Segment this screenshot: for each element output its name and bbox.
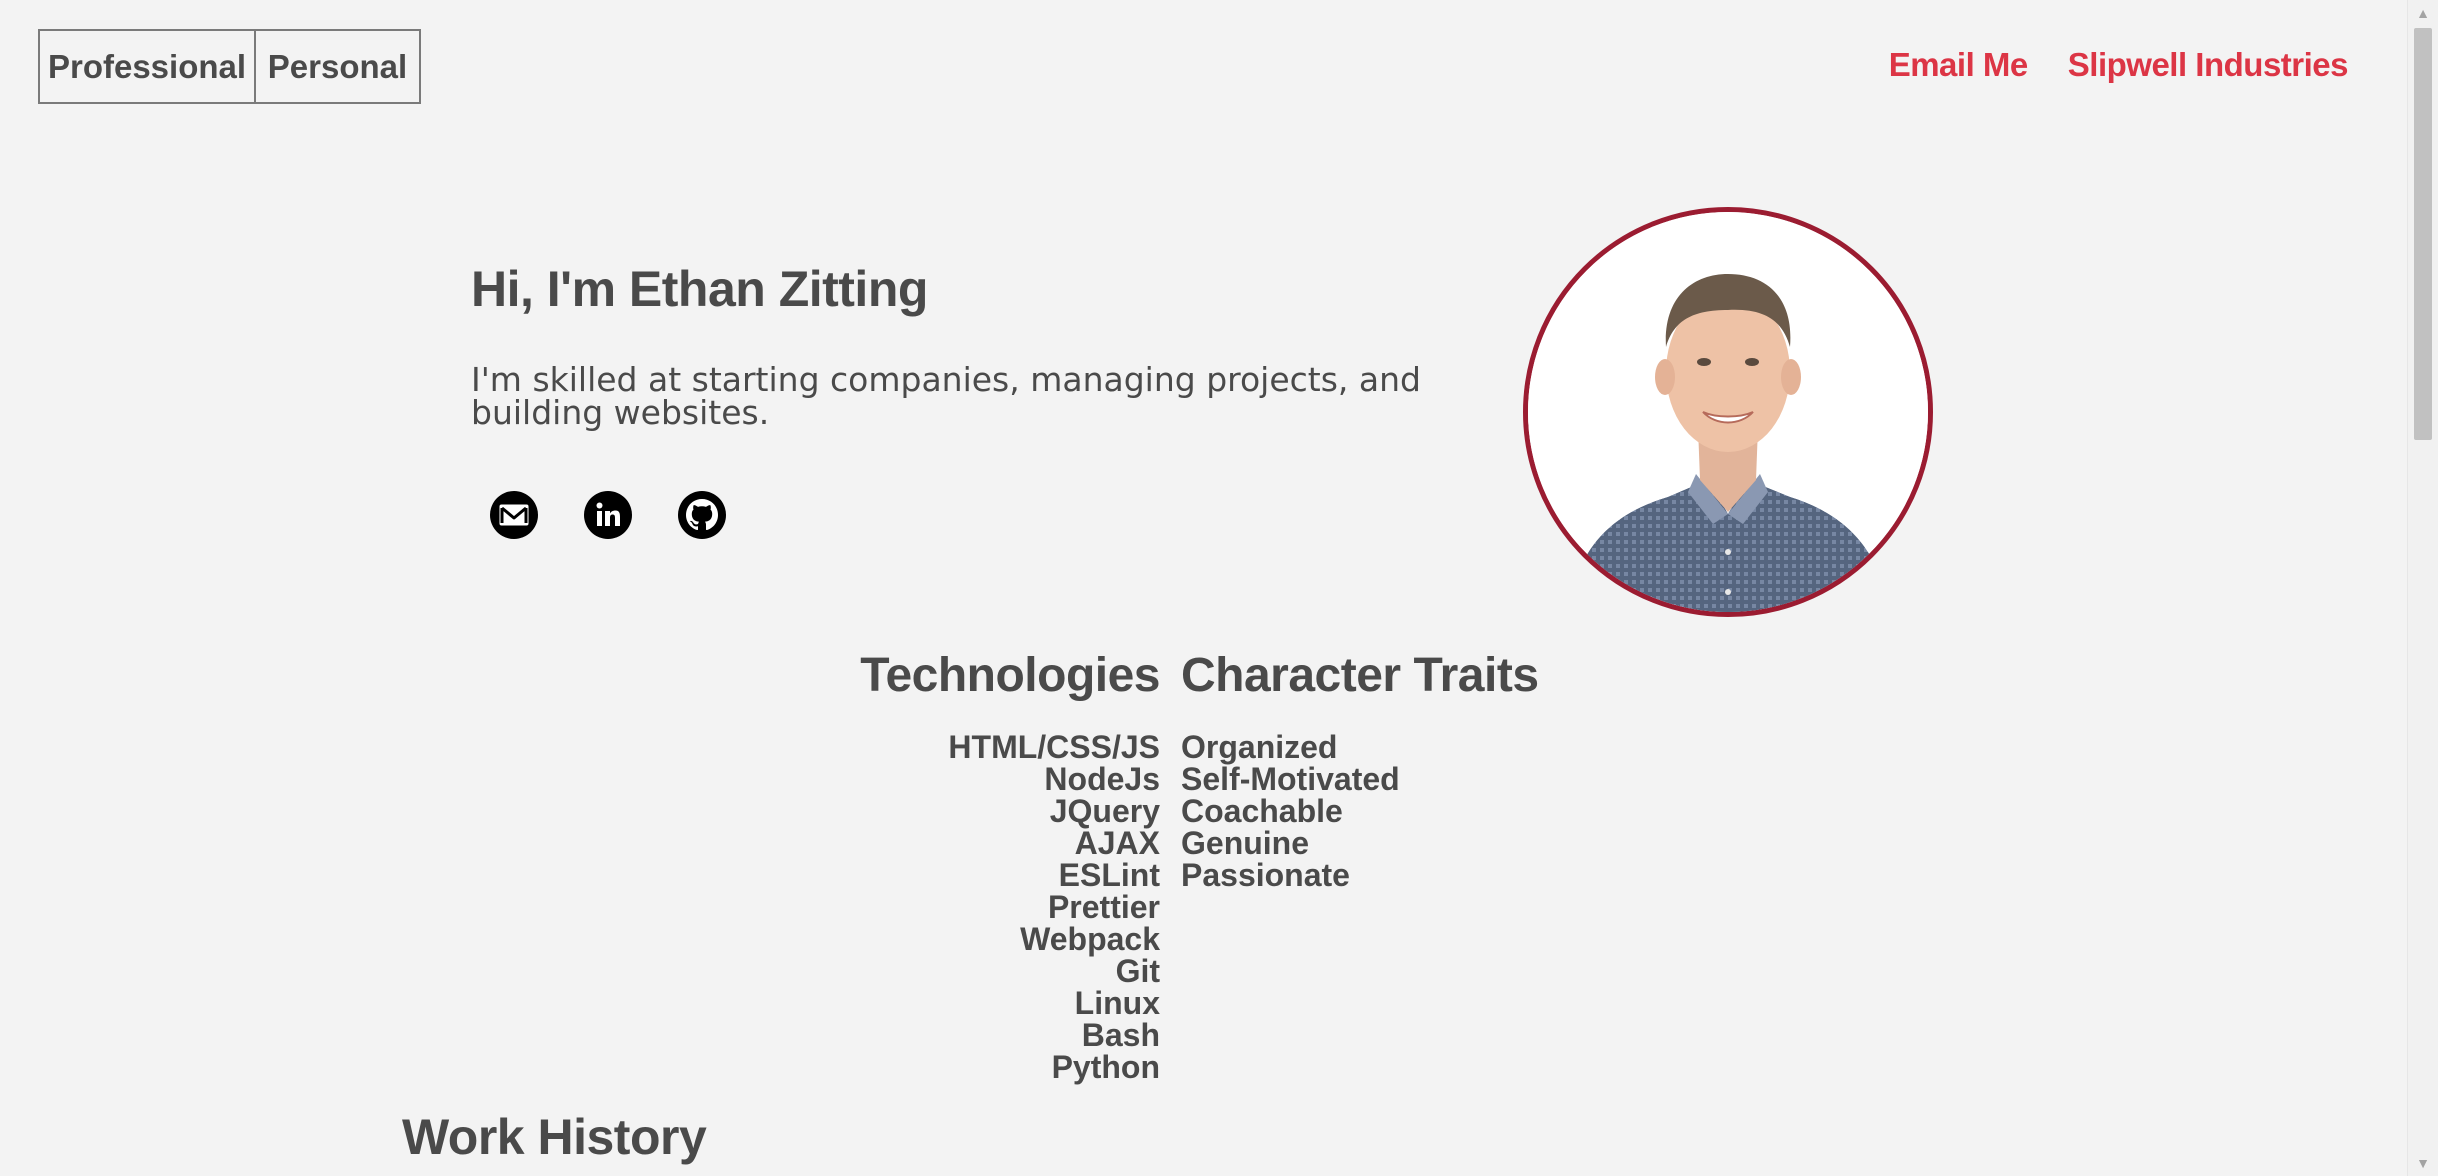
- list-item: Git: [1115, 953, 1160, 989]
- list-item: Coachable: [1181, 793, 1343, 829]
- list-item: HTML/CSS/JS: [948, 729, 1160, 765]
- top-nav: Email Me Slipwell Industries: [1889, 46, 2349, 84]
- linkedin-icon[interactable]: [584, 491, 632, 539]
- list-item: JQuery: [1049, 793, 1160, 829]
- scroll-up-icon[interactable]: ▲: [2408, 0, 2438, 26]
- slipwell-industries-link[interactable]: Slipwell Industries: [2068, 46, 2349, 84]
- list-item: Bash: [1081, 1017, 1160, 1053]
- list-item: ESLint: [1058, 857, 1160, 893]
- page: Professional Personal Email Me Slipwell …: [0, 0, 2438, 1176]
- hero-title: Hi, I'm Ethan Zitting: [471, 261, 928, 317]
- list-item: Webpack: [1020, 921, 1160, 957]
- avatar: [1523, 207, 1933, 617]
- work-history-heading: Work History: [402, 1109, 707, 1165]
- profile-photo: [1528, 212, 1928, 612]
- github-icon[interactable]: [678, 491, 726, 539]
- technologies-list: HTML/CSS/JS NodeJs JQuery AJAX ESLint Pr…: [948, 731, 1160, 1083]
- list-item: Prettier: [1047, 889, 1160, 925]
- view-toggle: Professional Personal: [38, 29, 421, 104]
- list-item: AJAX: [1074, 825, 1160, 861]
- social-links: [490, 491, 726, 539]
- character-traits-heading: Character Traits: [1181, 649, 1539, 702]
- personal-tab[interactable]: Personal: [256, 31, 419, 102]
- list-item: Python: [1051, 1049, 1160, 1085]
- list-item: Organized: [1181, 729, 1338, 765]
- scroll-down-icon[interactable]: ▼: [2408, 1150, 2438, 1176]
- email-icon[interactable]: [490, 491, 538, 539]
- list-item: Linux: [1074, 985, 1160, 1021]
- list-item: Passionate: [1181, 857, 1350, 893]
- traits-list: Organized Self-Motivated Coachable Genui…: [1181, 731, 1400, 891]
- list-item: Genuine: [1181, 825, 1310, 861]
- hero-subtitle: I'm skilled at starting companies, manag…: [471, 360, 1421, 432]
- technologies-heading: Technologies: [860, 649, 1160, 702]
- list-item: NodeJs: [1044, 761, 1160, 797]
- email-me-link[interactable]: Email Me: [1889, 46, 2029, 84]
- scrollbar[interactable]: ▲ ▼: [2407, 0, 2438, 1176]
- professional-tab[interactable]: Professional: [40, 31, 256, 102]
- scroll-thumb[interactable]: [2414, 28, 2432, 440]
- list-item: Self-Motivated: [1181, 761, 1400, 797]
